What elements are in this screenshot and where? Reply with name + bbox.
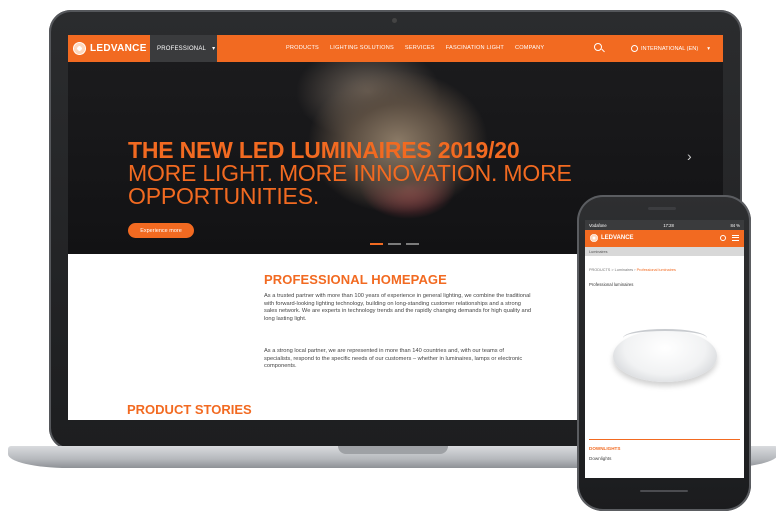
search-icon[interactable] bbox=[720, 235, 726, 241]
ledvance-logo-icon bbox=[73, 42, 86, 55]
category-item[interactable]: Downlights bbox=[589, 456, 611, 461]
intro-paragraph-2: As a strong local partner, we are repres… bbox=[264, 348, 523, 370]
brand-name: LEDVANCE bbox=[601, 235, 634, 241]
phone-speaker bbox=[648, 207, 676, 210]
phone-home-indicator bbox=[640, 490, 688, 492]
phone-status-bar: Vodafone 17:28 84 % bbox=[585, 220, 744, 230]
carousel-dot[interactable] bbox=[388, 243, 401, 245]
category-heading[interactable]: DOWNLIGHTS bbox=[589, 446, 620, 451]
search-icon[interactable] bbox=[594, 43, 602, 51]
nav-link-lighting-solutions[interactable]: LIGHTING SOLUTIONS bbox=[330, 45, 394, 51]
product-stories-heading: PRODUCT STORIES bbox=[127, 402, 252, 417]
nav-link-services[interactable]: SERVICES bbox=[405, 45, 435, 51]
carrier-label: Vodafone bbox=[589, 222, 607, 228]
nav-link-fascination-light[interactable]: FASCINATION LIGHT bbox=[446, 45, 504, 51]
chevron-down-icon: ▾ bbox=[707, 45, 710, 52]
brand-logo[interactable]: LEDVANCE bbox=[590, 234, 634, 242]
carousel-dot[interactable] bbox=[406, 243, 419, 245]
chevron-right-icon[interactable]: › bbox=[687, 148, 692, 164]
breadcrumb-base[interactable]: PRODUCTS > Luminaires bbox=[589, 268, 633, 272]
breadcrumb-active[interactable]: Professional luminaires bbox=[637, 268, 676, 272]
top-nav-bar: LEDVANCE PROFESSIONAL ▾ PRODUCTS LIGHTIN… bbox=[68, 35, 723, 62]
experience-more-button[interactable]: Experience more bbox=[128, 223, 194, 238]
nav-link-products[interactable]: PRODUCTS bbox=[286, 45, 319, 51]
intro-paragraph: As a trusted partner with more than 100 … bbox=[264, 293, 532, 322]
phone-sub-bar[interactable]: Luminaires bbox=[585, 247, 744, 256]
main-nav-links: PRODUCTS LIGHTING SOLUTIONS SERVICES FAS… bbox=[286, 45, 544, 51]
hamburger-menu-icon[interactable] bbox=[732, 235, 739, 241]
globe-icon bbox=[631, 45, 638, 52]
breadcrumb: PRODUCTS > Luminaires › Professional lum… bbox=[589, 268, 676, 272]
professional-dropdown[interactable]: PROFESSIONAL ▾ bbox=[150, 35, 217, 62]
laptop-notch bbox=[338, 446, 448, 454]
professional-label: PROFESSIONAL bbox=[157, 45, 207, 52]
section-title: PROFESSIONAL HOMEPAGE bbox=[264, 272, 447, 287]
phone-nav-bar: LEDVANCE bbox=[585, 230, 744, 247]
carousel-indicators bbox=[370, 243, 419, 245]
nav-link-company[interactable]: COMPANY bbox=[515, 45, 544, 51]
sub-bar-label: Luminaires bbox=[589, 249, 608, 254]
clock-label: 17:28 bbox=[663, 222, 674, 228]
language-label: INTERNATIONAL (EN) bbox=[641, 45, 699, 52]
phone-screen: Vodafone 17:28 84 % LEDVANCE Luminaires … bbox=[585, 220, 744, 478]
product-label: Professional luminaires bbox=[589, 282, 634, 287]
brand-name: LEDVANCE bbox=[90, 43, 147, 54]
chevron-down-icon: ▾ bbox=[212, 46, 216, 52]
brand-logo[interactable]: LEDVANCE bbox=[73, 42, 147, 55]
language-selector[interactable]: INTERNATIONAL (EN) ▾ bbox=[631, 45, 710, 52]
battery-label: 84 % bbox=[730, 222, 740, 228]
laptop-camera bbox=[392, 18, 397, 23]
hero-subline-2: OPPORTUNITIES. bbox=[128, 183, 320, 209]
divider bbox=[589, 439, 740, 440]
ledvance-logo-icon bbox=[590, 234, 598, 242]
downlight-rim bbox=[623, 329, 707, 347]
carousel-dot[interactable] bbox=[370, 243, 383, 245]
